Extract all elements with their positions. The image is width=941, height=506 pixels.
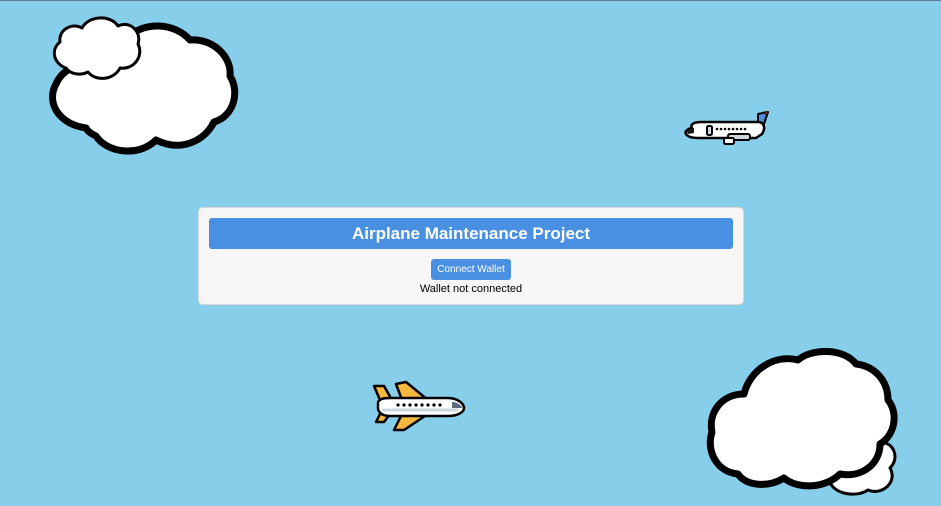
wallet-status-text: Wallet not connected — [419, 283, 523, 295]
airplane-icon — [684, 111, 769, 145]
page-title: Airplane Maintenance Project — [209, 218, 733, 249]
airplane-icon — [372, 380, 466, 432]
wallet-panel: Airplane Maintenance Project Connect Wal… — [198, 207, 744, 305]
cloud-icon — [706, 347, 898, 496]
connect-wallet-button[interactable]: Connect Wallet — [431, 259, 511, 280]
cloud-icon — [49, 16, 239, 155]
window-top-border — [0, 0, 941, 1]
